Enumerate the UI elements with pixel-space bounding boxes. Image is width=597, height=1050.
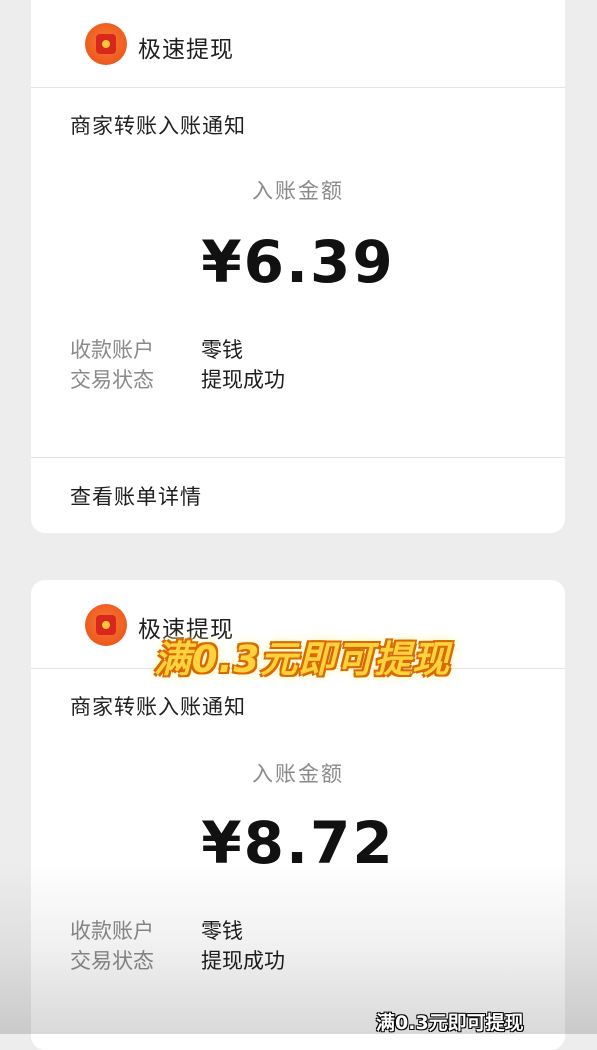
status-row: 交易状态 提现成功 [70, 945, 285, 975]
account-label: 收款账户 [70, 338, 154, 362]
app-name: 极速提现 [138, 37, 234, 63]
card-header: 极速提现 [31, 0, 565, 88]
status-label: 交易状态 [70, 949, 154, 973]
view-bill-details-link[interactable]: 查看账单详情 [70, 481, 202, 511]
status-value: 提现成功 [201, 949, 285, 973]
account-row: 收款账户 零钱 [70, 334, 243, 364]
amount-value: ¥8.72 [201, 809, 395, 877]
account-row: 收款账户 零钱 [70, 915, 243, 945]
notification-card[interactable]: 极速提现 商家转账入账通知 入账金额 ¥8.72 收款账户 零钱 交易状态 提现成功 [31, 580, 565, 1050]
amount-value: ¥6.39 [201, 228, 395, 296]
notice-title: 商家转账入账通知 [70, 695, 246, 719]
amount-label: 入账金额 [252, 762, 344, 786]
status-row: 交易状态 提现成功 [70, 364, 285, 394]
amount-label: 入账金额 [252, 179, 344, 203]
status-value: 提现成功 [201, 368, 285, 392]
card-header: 极速提现 [31, 580, 565, 669]
notification-card[interactable]: 极速提现 商家转账入账通知 入账金额 ¥6.39 收款账户 零钱 交易状态 提现成功… [31, 0, 565, 533]
notice-title: 商家转账入账通知 [70, 114, 246, 138]
red-envelope-icon [85, 604, 127, 646]
status-label: 交易状态 [70, 368, 154, 392]
account-value: 零钱 [201, 338, 243, 362]
red-envelope-icon [85, 23, 127, 65]
account-label: 收款账户 [70, 919, 154, 943]
divider [31, 457, 565, 458]
account-value: 零钱 [201, 919, 243, 943]
app-name: 极速提现 [138, 617, 234, 643]
